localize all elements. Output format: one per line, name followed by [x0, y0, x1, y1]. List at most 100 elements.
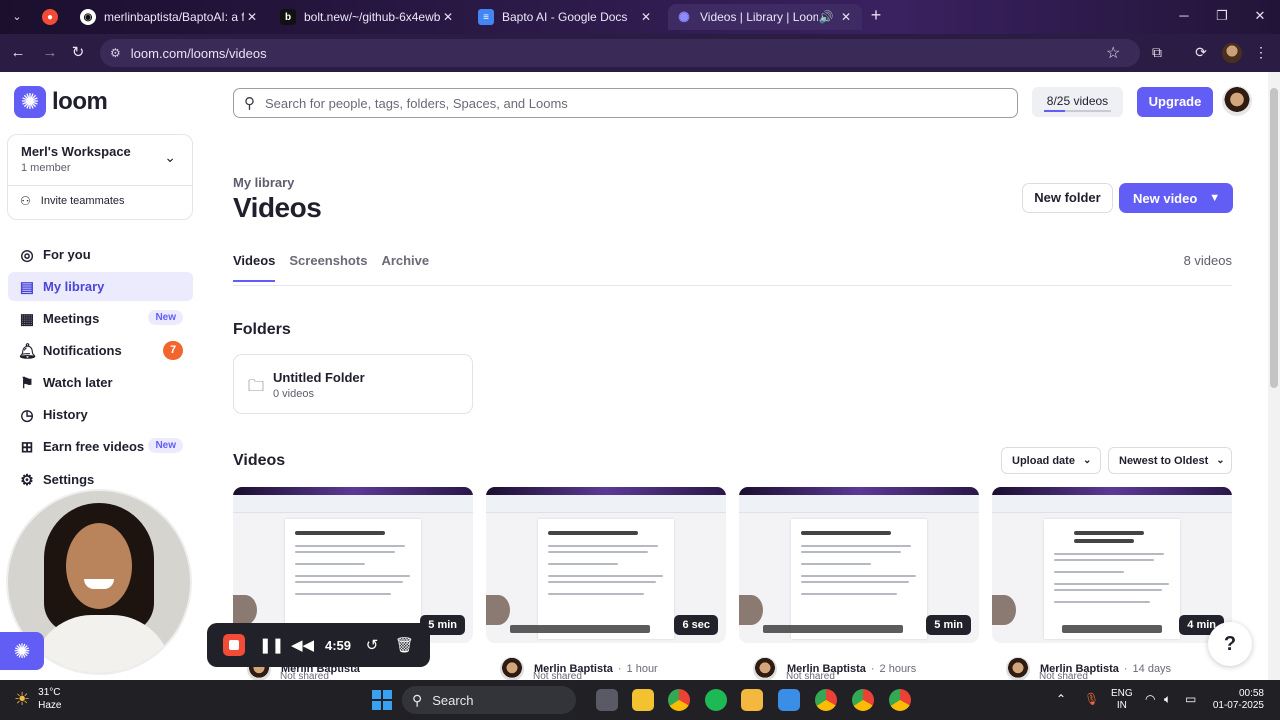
taskbar-search[interactable]: ⚲ Search	[402, 686, 576, 714]
sticky-notes-icon[interactable]	[632, 689, 654, 711]
tab-search-icon[interactable]: ⌄	[8, 8, 26, 26]
site-info-icon[interactable]: ⚙	[110, 46, 121, 60]
video-time: 14 days	[1132, 663, 1172, 675]
video-thumbnail[interactable]: 5 min	[233, 487, 473, 643]
sort-order-dropdown[interactable]: Newest to Oldest ⌄	[1108, 447, 1232, 474]
back-icon[interactable]: ←	[8, 43, 28, 63]
thumbnail-toolbar	[486, 495, 726, 513]
sync-icon[interactable]: ⟳	[1192, 44, 1210, 62]
add-person-icon: ⚇	[20, 194, 31, 208]
new-video-button[interactable]: New video ▼	[1119, 183, 1233, 213]
close-icon[interactable]: ✕	[244, 10, 260, 24]
sidebar-item-meetings[interactable]: ▦ Meetings New	[8, 304, 193, 333]
sort-field-dropdown[interactable]: Upload date ⌄	[1001, 447, 1101, 474]
minimize-icon[interactable]: ─	[1174, 8, 1194, 23]
bookmark-star-icon[interactable]: ☆	[1106, 43, 1120, 63]
sidebar-item-for-you[interactable]: ◎ For you	[8, 240, 193, 269]
microphone-icon[interactable]: 🎙︎	[1084, 692, 1099, 706]
new-folder-button[interactable]: New folder	[1022, 183, 1113, 213]
thumbnail-document	[791, 519, 927, 639]
speaker-icon[interactable]: 🔊	[818, 10, 834, 24]
tab-github[interactable]: ◉ merlinbaptista/BaptoAI: a floati ✕	[72, 4, 268, 30]
video-thumbnail[interactable]: 4 min	[992, 487, 1232, 643]
folder-card[interactable]: 🗀 Untitled Folder 0 videos	[233, 354, 473, 414]
tab-archive[interactable]: Archive	[381, 253, 429, 282]
sidebar-item-notifications[interactable]: 🔔︎ Notifications 7	[8, 336, 193, 365]
tab-loom[interactable]: ✺ Videos | Library | Loom 🔊 ✕	[668, 4, 862, 30]
file-explorer-icon[interactable]	[741, 689, 763, 711]
chrome-profile-icon[interactable]	[815, 689, 837, 711]
extensions-icon[interactable]: ⧉	[1148, 44, 1166, 62]
sidebar-item-history[interactable]: ◷ History	[8, 400, 193, 429]
video-quota[interactable]: 8/25 videos	[1032, 87, 1123, 117]
loom-extension-button[interactable]: ✺	[0, 632, 44, 670]
restore-icon[interactable]: ❐	[1212, 8, 1232, 24]
chevron-down-icon[interactable]: ⌄	[164, 149, 176, 166]
sidebar-item-label: Watch later	[43, 375, 113, 390]
task-view-icon[interactable]	[596, 689, 618, 711]
video-card[interactable]: 5 min Merlin Baptista · 2 hours Not shar…	[739, 487, 979, 682]
chrome-profile-icon[interactable]	[889, 689, 911, 711]
language-indicator[interactable]: ENG IN	[1111, 688, 1133, 712]
record-icon: ●	[42, 9, 58, 25]
breadcrumb[interactable]: My library	[233, 175, 294, 190]
invite-teammates-button[interactable]: ⚇ Invite teammates	[20, 194, 125, 208]
wifi-icon[interactable]: ◠	[1145, 692, 1155, 706]
notepad-icon[interactable]	[778, 689, 800, 711]
loom-logo[interactable]: ✺ loom	[14, 86, 108, 118]
delete-icon[interactable]: 🗑︎	[395, 636, 414, 654]
sidebar-item-watch-later[interactable]: ⚑ Watch later	[8, 368, 193, 397]
folder-count: 0 videos	[273, 388, 314, 400]
chevron-up-icon[interactable]: ⌃	[1056, 692, 1066, 706]
chrome-profile-icon[interactable]	[852, 689, 874, 711]
tab-recording[interactable]: ●	[34, 4, 72, 30]
browser-profile-avatar[interactable]	[1222, 43, 1242, 63]
forward-icon[interactable]: →	[40, 43, 60, 63]
tab-screenshots[interactable]: Screenshots	[289, 253, 367, 282]
video-card[interactable]: 4 min Merlin Baptista · 14 days Not shar…	[992, 487, 1232, 682]
taskbar-search-label: Search	[432, 692, 474, 708]
doc-heading	[1074, 539, 1134, 543]
volume-icon[interactable]: 🔈︎	[1164, 692, 1171, 707]
doc-line	[1054, 559, 1154, 561]
new-tab-icon[interactable]: +	[866, 5, 886, 26]
workspace-switcher[interactable]: Merl's Workspace 1 member ⌄ ⚇ Invite tea…	[7, 134, 193, 220]
video-time-dot: ·	[1123, 663, 1128, 675]
close-icon[interactable]: ✕	[638, 10, 654, 24]
doc-line	[548, 575, 663, 577]
video-thumbnail[interactable]: 5 min	[739, 487, 979, 643]
chrome-icon[interactable]	[668, 689, 690, 711]
gift-icon: ⊞	[20, 438, 34, 456]
start-windows-icon[interactable]	[372, 690, 392, 710]
thumbnail-chrome	[739, 487, 979, 495]
scrollbar-thumb[interactable]	[1270, 88, 1278, 388]
spotify-icon[interactable]	[705, 689, 727, 711]
restart-icon[interactable]: ↺	[363, 636, 381, 654]
tab-google-docs[interactable]: ≡ Bapto AI - Google Docs ✕	[470, 4, 662, 30]
rewind-icon[interactable]: ◀◀	[291, 636, 314, 654]
scrollbar[interactable]	[1268, 72, 1280, 680]
tab-videos[interactable]: Videos	[233, 253, 276, 282]
video-card[interactable]: 6 sec Merlin Baptista · 1 hour Not share…	[486, 487, 726, 682]
more-menu-icon[interactable]: ⋮	[1252, 44, 1270, 62]
doc-heading	[548, 531, 638, 535]
user-avatar[interactable]	[1222, 86, 1252, 116]
help-button[interactable]: ?	[1208, 622, 1252, 666]
battery-icon[interactable]: ▭	[1185, 692, 1196, 706]
search-input[interactable]: ⚲ Search for people, tags, folders, Spac…	[233, 88, 1018, 118]
doc-line	[295, 563, 365, 565]
pause-icon[interactable]: ❚❚	[259, 636, 284, 654]
weather-widget[interactable]: ☀ 31°C Haze	[14, 686, 62, 712]
window-close-icon[interactable]: ✕	[1250, 8, 1270, 24]
sidebar-item-my-library[interactable]: ▤ My library	[8, 272, 193, 301]
stop-recording-button[interactable]	[223, 634, 245, 656]
video-thumbnail[interactable]: 6 sec	[486, 487, 726, 643]
close-icon[interactable]: ✕	[440, 10, 456, 24]
system-clock[interactable]: 00:58 01-07-2025	[1208, 688, 1264, 712]
close-icon[interactable]: ✕	[838, 10, 854, 24]
address-bar[interactable]: ⚙ loom.com/looms/videos	[100, 39, 1140, 67]
tab-bolt[interactable]: b bolt.new/~/github-6x4ewb14-m ✕	[272, 4, 464, 30]
upgrade-button[interactable]: Upgrade	[1137, 87, 1213, 117]
sidebar-item-earn-free-videos[interactable]: ⊞ Earn free videos New	[8, 432, 193, 461]
reload-icon[interactable]: ↻	[68, 43, 88, 63]
